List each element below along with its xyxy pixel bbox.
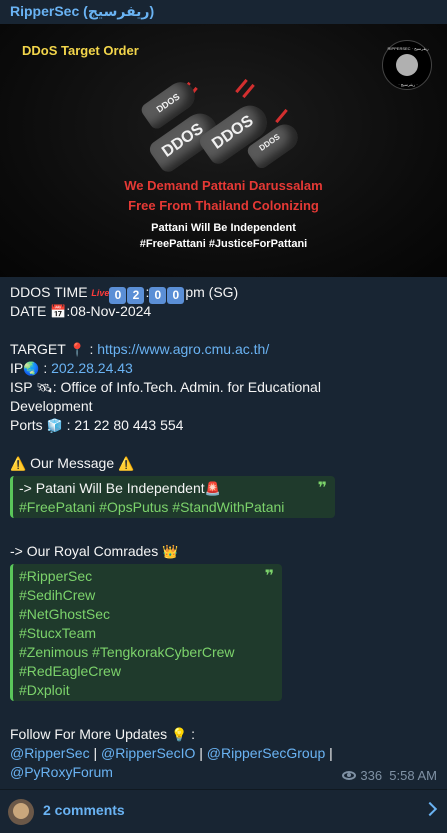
link-rippersec[interactable]: @RipperSec <box>10 745 90 761</box>
isp-line: ISP 🛰: Office of Info.Tech. Admin. for E… <box>10 378 321 397</box>
quote-text: -> Patani Will Be Independent <box>19 480 205 496</box>
calendar-icon: 📅 <box>50 304 67 319</box>
warning-icon: ⚠️ <box>10 456 27 471</box>
chevron-right-icon <box>422 801 438 817</box>
date-line: DATE 📅:08-Nov-2024 <box>10 302 151 321</box>
follow-links-2: @PyRoxyForum <box>10 763 113 782</box>
quote-line: -> Patani Will Be Independent🚨 <box>19 479 329 498</box>
warning-icon: ⚠️ <box>118 456 135 471</box>
lightbulb-icon: 💡 <box>171 727 188 742</box>
logo-icon: RIPPERSEC · ريفرسيج · ريفرسيج · <box>382 40 432 90</box>
date-label: DATE <box>10 303 47 319</box>
follow-links: @RipperSec | @RipperSecIO | @RipperSecGr… <box>10 744 333 763</box>
eye-icon <box>342 771 357 780</box>
target-line: TARGET 📍 : https://www.agro.cmu.ac.th/ <box>10 340 269 359</box>
comrade-tag[interactable]: #SedihCrew <box>19 586 276 605</box>
message-bubble: RipperSec (ريفرسيج) DDoS Target Order RI… <box>0 0 447 833</box>
isp-line-2: Development <box>10 398 93 414</box>
comrades-heading-text: -> Our Royal Comrades <box>10 543 159 559</box>
message-meta: 336 5:58 AM <box>342 768 437 783</box>
target-sep: : <box>89 341 94 357</box>
time-label: DDOS TIME <box>10 284 88 300</box>
crown-icon: 👑 <box>162 544 179 559</box>
isp-value: : Office of Info.Tech. Admin. for Educat… <box>52 379 321 395</box>
comrades-quote: #RipperSec #SedihCrew #NetGhostSec #Stuc… <box>10 564 282 701</box>
link-separator: | <box>329 745 333 761</box>
link-rippersecgroup[interactable]: @RipperSecGroup <box>207 745 326 761</box>
isp-label: ISP <box>10 379 33 395</box>
quote-mark-icon: ❞ <box>317 480 327 497</box>
comrade-tag[interactable]: #Dxploit <box>19 681 276 700</box>
comrade-tag[interactable]: #RedEagleCrew <box>19 662 276 681</box>
keycap-digit: 0 <box>167 287 185 304</box>
comrade-tag[interactable]: #NetGhostSec <box>19 605 276 624</box>
comrade-tag[interactable]: #StucxTeam <box>19 624 276 643</box>
ddos-time-line: DDOS TIME Live 0 2:0 0 pm (SG) <box>10 283 238 304</box>
link-pyroxyforum[interactable]: @PyRoxyForum <box>10 764 113 780</box>
globe-icon: 🌏 <box>23 361 40 376</box>
skull-icon <box>396 54 418 76</box>
banner-demand-line2: Free From Thailand Colonizing <box>128 198 319 213</box>
follow-heading-text: Follow For More Updates <box>10 726 168 742</box>
banner-label: DDoS Target Order <box>22 43 139 58</box>
ports-value: : 21 22 80 443 554 <box>66 417 184 433</box>
pushpin-icon: 📍 <box>69 342 86 357</box>
ip-link[interactable]: 202.28.24.43 <box>51 360 133 376</box>
message-heading: ⚠️ Our Message ⚠️ <box>10 454 134 473</box>
target-link[interactable]: https://www.agro.cmu.ac.th/ <box>97 341 269 357</box>
ports-label: Ports <box>10 417 43 433</box>
logo-text-bottom: · ريفرسيج · <box>398 82 418 87</box>
ip-label: IP <box>10 360 24 376</box>
comrade-tag[interactable]: #RipperSec <box>19 567 276 586</box>
comrades-heading: -> Our Royal Comrades 👑 <box>10 542 178 561</box>
banner-demand-line1: We Demand Pattani Darussalam <box>124 178 323 193</box>
ip-line: IP🌏 : 202.28.24.43 <box>10 359 133 378</box>
comments-button[interactable]: 2 comments <box>0 790 447 833</box>
message-time: 5:58 AM <box>389 768 437 783</box>
follow-sep: : <box>191 726 196 742</box>
comments-label: 2 comments <box>43 802 125 818</box>
banner-hashtags: #FreePattani #JusticeForPattani <box>139 238 308 250</box>
live-badge: Live <box>91 288 110 298</box>
avatar-face <box>13 803 29 819</box>
message-quote: -> Patani Will Be Independent🚨 #FreePata… <box>10 476 335 518</box>
link-rippersecio[interactable]: @RipperSecIO <box>101 745 195 761</box>
banner-image[interactable]: DDoS Target Order RIPPERSEC · ريفرسيج · … <box>0 24 447 277</box>
quote-hashtags[interactable]: #FreePatani #OpsPutus #StandWithPatani <box>19 498 329 517</box>
ip-sep: : <box>43 360 48 376</box>
quote-mark-icon: ❞ <box>264 568 274 585</box>
view-count: 336 <box>360 768 383 783</box>
siren-icon: 🚨 <box>204 481 221 496</box>
satellite-icon: 🛰 <box>36 380 53 395</box>
banner-independent: Pattani Will Be Independent <box>151 222 296 234</box>
logo-text-top: RIPPERSEC · ريفرسيج <box>387 46 429 51</box>
avatar <box>8 799 34 825</box>
cube-icon: 🧊 <box>46 418 63 433</box>
link-separator: | <box>93 745 98 761</box>
date-value: :08-Nov-2024 <box>66 303 152 319</box>
channel-name[interactable]: RipperSec (ريفرسيج) <box>10 3 154 20</box>
target-label: TARGET <box>10 341 66 357</box>
time-suffix: pm (SG) <box>185 284 239 300</box>
message-heading-text: Our Message <box>30 455 115 471</box>
link-separator: | <box>199 745 203 761</box>
comrade-tag[interactable]: #Zenimous #TengkorakCyberCrew <box>19 643 276 662</box>
bomb-fin <box>275 108 288 124</box>
ports-line: Ports 🧊 : 21 22 80 443 554 <box>10 416 183 435</box>
keycap-digit: 0 <box>149 287 167 304</box>
bomb-fin <box>242 83 255 99</box>
follow-heading: Follow For More Updates 💡 : <box>10 725 195 744</box>
